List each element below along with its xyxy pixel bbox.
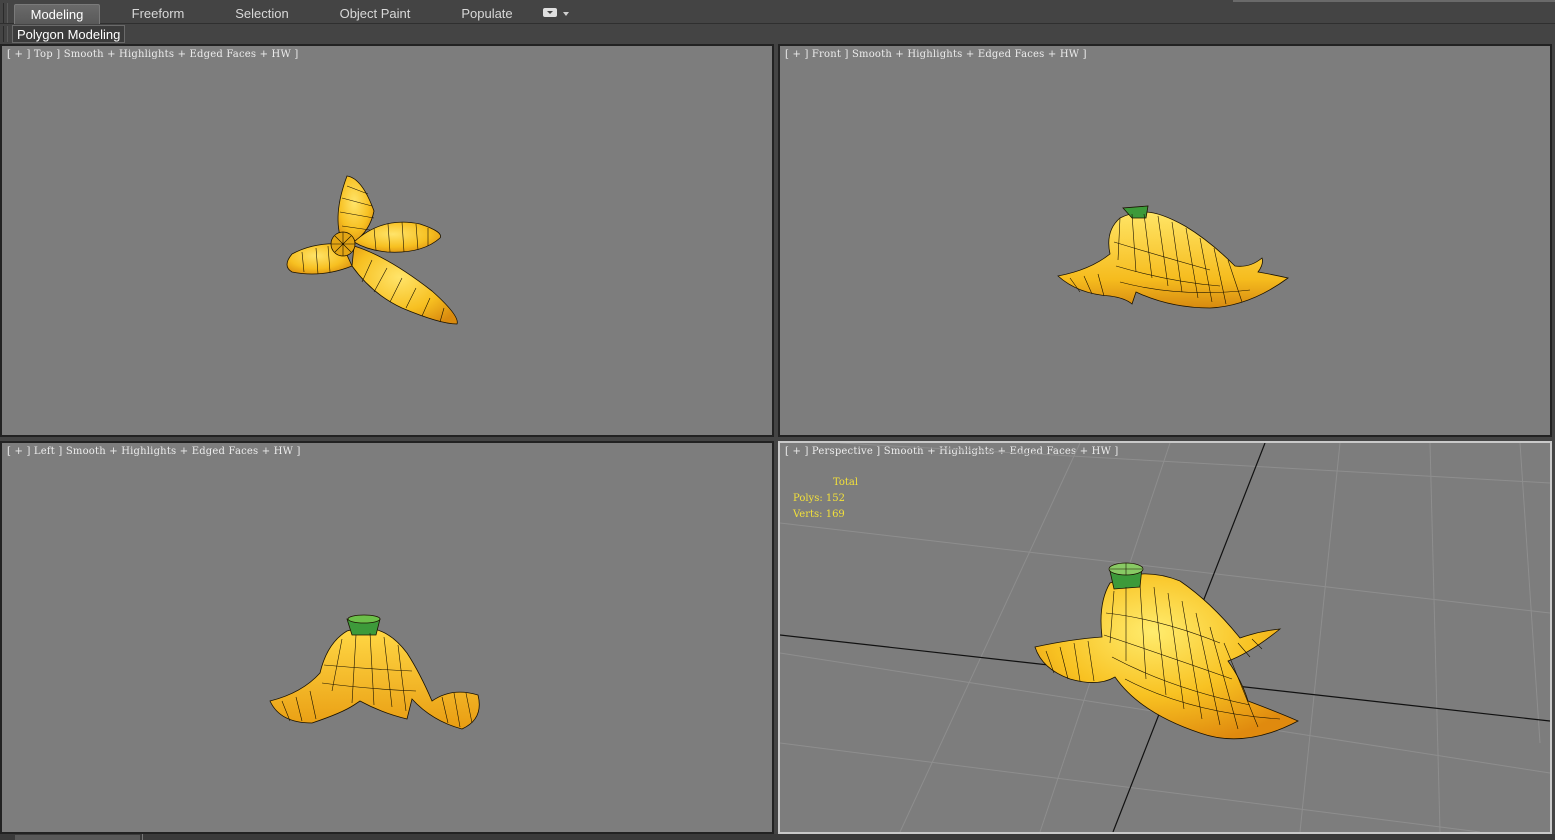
panel-grip-handle[interactable]	[3, 26, 8, 42]
stats-polys: Polys: 152	[793, 493, 845, 504]
viewport-top[interactable]: [ + ] Top ] Smooth + Highlights + Edged …	[0, 44, 774, 437]
tab-selection[interactable]: Selection	[222, 4, 302, 24]
chevron-down-icon[interactable]	[563, 12, 569, 16]
ribbon-tab-bar: Modeling Freeform Selection Object Paint…	[0, 0, 1555, 24]
viewport-perspective[interactable]: [ + ] Perspective ] Smooth + Highlights …	[778, 441, 1552, 834]
viewport-statistics: Total Polys: 152 Verts: 169	[793, 475, 858, 523]
time-slider-divider	[142, 834, 156, 840]
ribbon-options-icon[interactable]	[543, 8, 557, 17]
tab-object-paint[interactable]: Object Paint	[330, 4, 420, 24]
viewport-front[interactable]: [ + ] Front ] Smooth + Highlights + Edge…	[778, 44, 1552, 437]
stats-title: Total	[833, 477, 859, 488]
banana-peel-front-view	[1057, 205, 1289, 309]
tab-populate[interactable]: Populate	[448, 4, 526, 24]
tab-freeform[interactable]: Freeform	[118, 4, 198, 24]
bottom-status-bar	[0, 834, 1555, 840]
banana-peel-top-view	[286, 175, 458, 325]
ribbon-panel-bar: Polygon Modeling	[0, 24, 1555, 43]
time-slider[interactable]	[15, 835, 140, 840]
perspective-grid-and-banana	[780, 443, 1550, 832]
banana-peel-left-view	[269, 614, 480, 730]
tab-modeling[interactable]: Modeling	[14, 4, 100, 24]
polygon-modeling-panel-button[interactable]: Polygon Modeling	[12, 25, 126, 43]
ribbon-grip-handle[interactable]	[3, 3, 8, 23]
ribbon-divider	[1233, 0, 1555, 2]
stats-verts: Verts: 169	[793, 509, 845, 520]
viewport-left[interactable]: [ + ] Left ] Smooth + Highlights + Edged…	[0, 441, 774, 834]
